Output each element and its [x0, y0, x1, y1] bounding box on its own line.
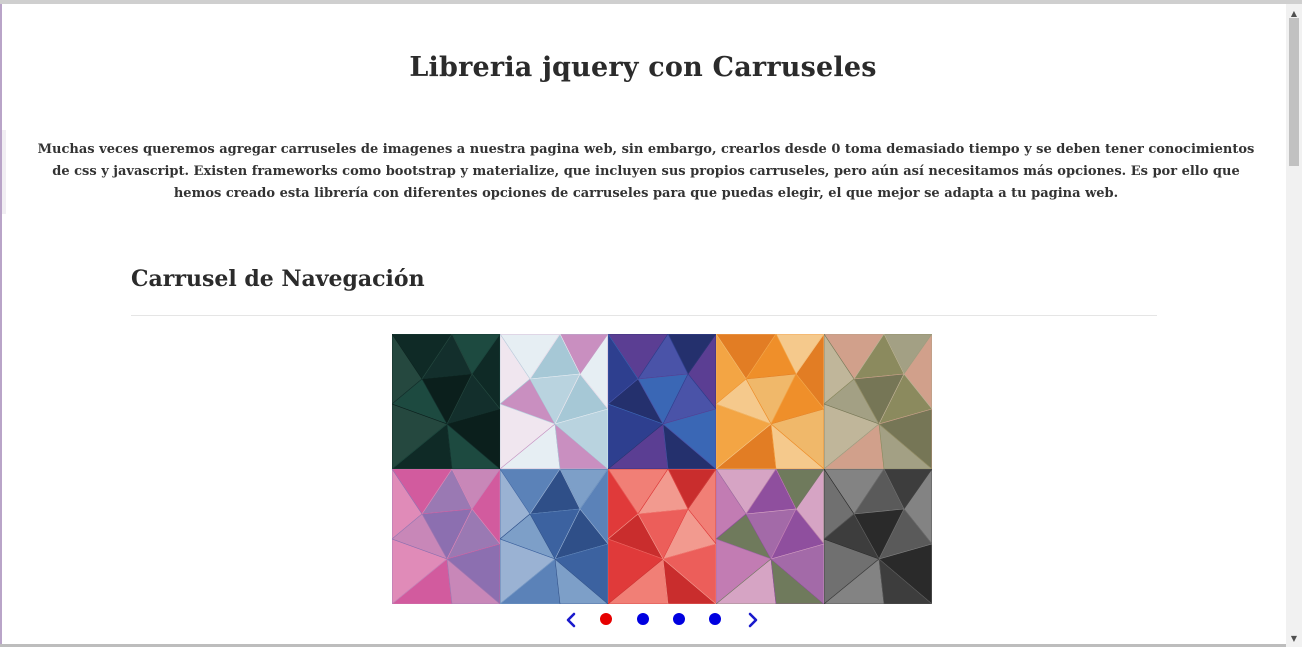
carousel-slide[interactable] — [500, 334, 608, 469]
scroll-down-arrow-icon[interactable]: ▼ — [1286, 631, 1302, 645]
carousel-slide[interactable] — [392, 334, 500, 469]
carousel-slide[interactable] — [392, 469, 500, 604]
carousel-dot-active[interactable] — [600, 613, 612, 625]
slide-image — [392, 334, 500, 469]
carousel-slide[interactable] — [500, 469, 608, 604]
carousel-slide[interactable] — [824, 469, 932, 604]
slide-image — [608, 334, 716, 469]
intro-paragraph: Muchas veces queremos agregar carruseles… — [37, 142, 1255, 201]
chevron-right-icon — [748, 612, 758, 628]
slide-image — [716, 469, 824, 604]
carousel-slide[interactable] — [716, 334, 824, 469]
slide-image — [392, 469, 500, 604]
carousel-dot[interactable] — [637, 613, 649, 625]
navigation-carousel[interactable] — [392, 334, 932, 604]
slide-image — [608, 469, 716, 604]
carousel-next-button[interactable] — [746, 612, 760, 628]
window-top-border — [0, 0, 1302, 4]
carousel-slide[interactable] — [824, 334, 932, 469]
carousel-controls — [560, 609, 760, 631]
chevron-left-icon — [566, 612, 576, 628]
carousel-slide[interactable] — [608, 469, 716, 604]
slide-image — [500, 334, 608, 469]
scrollbar-thumb[interactable] — [1289, 18, 1299, 166]
carousel-prev-button[interactable] — [564, 612, 578, 628]
page-viewport: Libreria jquery con Carruseles Muchas ve… — [0, 0, 1302, 647]
left-edge-marker — [2, 130, 6, 214]
slide-image — [500, 469, 608, 604]
carousel-slide[interactable] — [608, 334, 716, 469]
slide-image — [824, 469, 932, 604]
section-divider — [131, 315, 1157, 316]
section-title: Carrusel de Navegación — [131, 266, 425, 292]
page-title: Libreria jquery con Carruseles — [409, 52, 877, 83]
carousel-slide[interactable] — [716, 469, 824, 604]
slide-image — [716, 334, 824, 469]
carousel-dot[interactable] — [673, 613, 685, 625]
carousel-dot[interactable] — [709, 613, 721, 625]
vertical-scrollbar[interactable]: ▲ ▼ — [1286, 4, 1302, 647]
window-left-edge — [0, 4, 2, 647]
slide-image — [824, 334, 932, 469]
